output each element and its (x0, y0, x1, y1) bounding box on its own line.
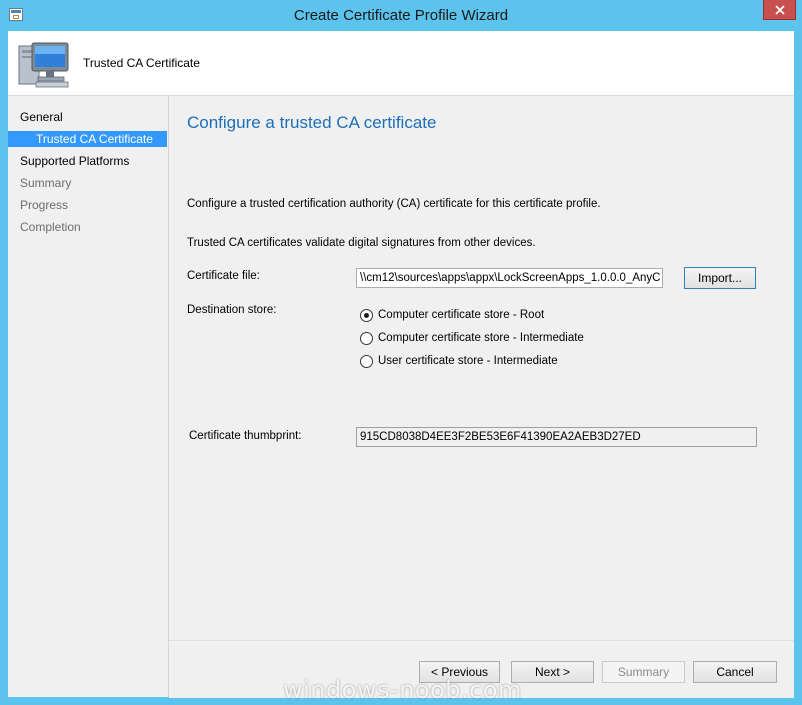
window-title: Create Certificate Profile Wizard (293, 7, 509, 24)
nav-item-summary[interactable]: Summary (8, 173, 167, 193)
nav-item-progress[interactable]: Progress (8, 195, 167, 215)
radio-label: Computer certificate store - Root (378, 309, 545, 321)
radio-button[interactable] (360, 355, 373, 368)
thumbprint-field[interactable]: 915CD8038D4EE3F2BE53E6F41390EA2AEB3D27ED (356, 427, 757, 447)
header-title: Trusted CA Certificate (83, 56, 200, 70)
close-icon (775, 5, 785, 15)
import-button[interactable]: Import... (684, 267, 756, 289)
radio-user-intermediate[interactable]: User certificate store - Intermediate (360, 354, 620, 370)
summary-button: Summary (602, 661, 685, 683)
nav-item-trusted-ca-certificate[interactable]: Trusted CA Certificate (8, 131, 167, 147)
certificate-file-input[interactable]: \\cm12\sources\apps\appx\LockScreenApps_… (356, 268, 663, 288)
radio-computer-root[interactable]: Computer certificate store - Root (360, 308, 620, 324)
nav-item-supported-platforms[interactable]: Supported Platforms (8, 151, 167, 171)
wizard-window: Create Certificate Profile Wizard Truste… (0, 0, 802, 705)
radio-button[interactable] (360, 309, 373, 322)
radio-computer-intermediate[interactable]: Computer certificate store - Intermediat… (360, 331, 620, 347)
wizard-header: Trusted CA Certificate (8, 31, 794, 96)
computer-icon (18, 42, 69, 88)
wizard-steps-sidebar: General Trusted CA Certificate Supported… (8, 96, 169, 697)
intro-text: Configure a trusted certification author… (187, 198, 601, 210)
description-text: Trusted CA certificates validate digital… (187, 237, 536, 249)
wizard-page: Configure a trusted CA certificate Confi… (169, 96, 794, 640)
certificate-file-label: Certificate file: (187, 270, 260, 282)
cancel-button[interactable]: Cancel (693, 661, 777, 683)
radio-label: User certificate store - Intermediate (378, 355, 558, 367)
page-heading: Configure a trusted CA certificate (187, 113, 437, 132)
nav-item-completion[interactable]: Completion (8, 217, 167, 237)
wizard-client-area: Trusted CA Certificate General Trusted C… (8, 31, 794, 698)
watermark-text: windows-noob.com (283, 676, 522, 704)
nav-item-general[interactable]: General (8, 107, 167, 127)
close-button[interactable] (763, 0, 796, 20)
next-button[interactable]: Next > (511, 661, 594, 683)
radio-label: Computer certificate store - Intermediat… (378, 332, 584, 344)
thumbprint-label: Certificate thumbprint: (189, 430, 302, 442)
title-bar[interactable]: Create Certificate Profile Wizard (0, 0, 802, 32)
destination-store-label: Destination store: (187, 304, 277, 316)
radio-button[interactable] (360, 332, 373, 345)
